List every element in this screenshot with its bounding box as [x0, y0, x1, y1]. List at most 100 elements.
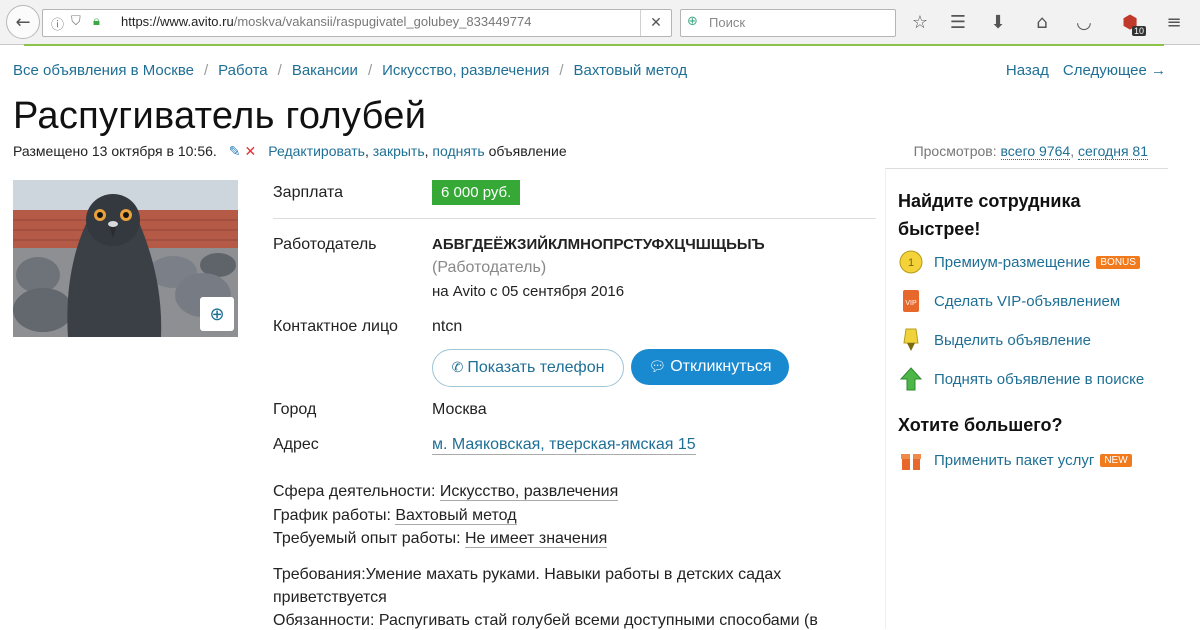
search-engine-icon[interactable]: ⊕	[687, 14, 698, 29]
respond-label: Откликнуться	[670, 358, 772, 375]
duties-text: Обязанности: Распугивать стай голубей вс…	[273, 612, 818, 629]
sidebar-item-label[interactable]: Выделить объявление	[934, 332, 1091, 349]
sphere-value[interactable]: Искусство, развлечения	[439, 483, 619, 501]
sidebar-item-package[interactable]: Применить пакет услуг NEW	[898, 447, 1132, 473]
contact-label: Контактное лицо	[273, 318, 398, 335]
contact-value: ntcn	[432, 318, 463, 335]
sidebar-item-label[interactable]: Применить пакет услуг	[934, 452, 1094, 469]
salary-value: 6 000 руб.	[432, 180, 521, 205]
divider	[273, 218, 876, 219]
breadcrumb-item[interactable]: Вахтовый метод	[574, 62, 688, 79]
arrow-up-icon	[898, 366, 924, 392]
new-badge: NEW	[1100, 453, 1132, 467]
edit-link[interactable]: Редактировать	[268, 143, 365, 159]
posting-meta: Размещено 13 октября в 10:56. ✎ ✕ Редактиро…	[13, 143, 567, 160]
sidebar-item-vip[interactable]: VIP Сделать VIP-объявлением	[898, 288, 1120, 314]
actions-suffix: объявление	[488, 143, 567, 159]
sidebar-more-title: Хотите большего?	[898, 415, 1063, 435]
browser-toolbar: ← ⓘ ⛉ 🔒︎ https://www.avito.ru/moskva/vak…	[0, 0, 1200, 45]
show-phone-button[interactable]: ✆ Показать телефон	[432, 349, 624, 387]
back-arrow-icon[interactable]: ←	[6, 5, 40, 39]
sphere-row: Сфера деятельности: Искусство, развлечен…	[273, 483, 619, 501]
employer-type: (Работодатель)	[432, 259, 547, 276]
breadcrumb-separator: /	[559, 62, 564, 79]
raise-link[interactable]: поднять	[432, 143, 484, 159]
svg-text:VIP: VIP	[905, 300, 917, 307]
shield-icon[interactable]: ⛉	[71, 14, 81, 29]
experience-row: Требуемый опыт работы: Не имеет значения	[273, 530, 608, 548]
address-link[interactable]: м. Маяковская, тверская-ямская 15	[432, 436, 696, 455]
chat-bubble-icon: 💬︎	[648, 359, 667, 375]
search-placeholder: Поиск	[709, 15, 746, 30]
item-navigation: Назад Следующее →	[1006, 62, 1166, 79]
close-link[interactable]: закрыть	[373, 143, 425, 159]
sidebar-item-raise[interactable]: Поднять объявление в поиске	[898, 366, 1144, 392]
schedule-value[interactable]: Вахтовый метод	[395, 507, 517, 525]
employer-since: на Avito с 05 сентября 2016	[432, 283, 625, 300]
schedule-row: График работы: Вахтовый метод	[273, 507, 517, 525]
sidebar-title: Найдите сотрудника быстрее!	[898, 191, 1081, 239]
sidebar-item-label[interactable]: Премиум-размещение	[934, 254, 1090, 271]
pencil-icon[interactable]: ✎	[229, 144, 241, 160]
breadcrumb-separator: /	[203, 62, 209, 79]
download-icon[interactable]: ⬇	[986, 10, 1010, 34]
breadcrumb: Все объявления в Москве / Работа / Вакансии /…	[13, 62, 687, 79]
listing-photo[interactable]: ⊕	[13, 180, 238, 337]
search-input[interactable]: ⊕ Поиск	[680, 9, 896, 37]
phone-icon: ✆	[451, 360, 464, 376]
breadcrumb-item[interactable]: Вакансии	[292, 62, 358, 79]
sidebar-item-label[interactable]: Сделать VIP-объявлением	[934, 293, 1120, 310]
breadcrumb-item[interactable]: Работа	[218, 62, 268, 79]
back-link[interactable]: Назад	[1006, 62, 1049, 79]
show-phone-label: Показать телефон	[467, 359, 605, 376]
reading-list-icon[interactable]: ☰	[946, 10, 970, 34]
address-bar[interactable]: ⓘ ⛉ 🔒︎ https://www.avito.ru/moskva/vakan…	[42, 9, 672, 37]
page-title: Распугиватель голубей	[13, 95, 427, 137]
svg-text:1: 1	[908, 257, 914, 269]
next-link[interactable]: Следующее →	[1063, 62, 1166, 79]
views-today[interactable]: сегодня 81	[1077, 143, 1148, 160]
posted-date: Размещено 13 октября в 10:56.	[13, 143, 217, 159]
info-icon[interactable]: ⓘ	[51, 14, 64, 33]
clear-url-icon[interactable]: ✕	[640, 10, 671, 36]
bonus-badge: BONUS	[1096, 255, 1140, 269]
breadcrumb-item[interactable]: Искусство, развлечения	[382, 62, 549, 79]
promo-sidebar: Найдите сотрудника быстрее! 1 Премиум-раз…	[885, 168, 1168, 629]
employer-label: Работодатель	[273, 236, 377, 253]
page-load-line	[24, 44, 1164, 46]
respond-button[interactable]: 💬︎ Откликнуться	[631, 349, 789, 385]
requirements-text-cont: приветствуется	[273, 589, 387, 606]
city-value: Москва	[432, 401, 487, 418]
gift-box-icon	[898, 447, 924, 473]
views-counter: Просмотров: всего 9764, сегодня 81	[913, 143, 1148, 160]
notification-badge: 10	[1131, 26, 1146, 36]
experience-label: Требуемый опыт работы:	[273, 530, 461, 547]
close-icon[interactable]: ✕	[245, 144, 257, 160]
zoom-icon[interactable]: ⊕	[200, 297, 234, 331]
employer-name: АБВГДЕЁЖЗИЙКЛМНОПРСТУФХЦЧШЩЬЫЪ	[432, 236, 765, 253]
requirements-text: Требования:Умение махать руками. Навыки …	[273, 566, 782, 583]
url-text[interactable]: https://www.avito.ru/moskva/vakansii/ras…	[121, 14, 531, 29]
salary-label: Зарплата	[273, 184, 344, 201]
address-label: Адрес	[273, 436, 319, 453]
menu-icon[interactable]: ≡	[1162, 10, 1186, 34]
city-label: Город	[273, 401, 317, 418]
schedule-label: График работы:	[273, 507, 391, 524]
adblock-icon[interactable]: ⬢ 10	[1118, 10, 1146, 36]
coin-icon: 1	[898, 249, 924, 275]
bookmark-star-icon[interactable]: ☆	[908, 10, 932, 34]
sidebar-item-highlight[interactable]: Выделить объявление	[898, 327, 1091, 353]
highlighter-icon	[898, 327, 924, 353]
sidebar-item-label[interactable]: Поднять объявление в поиске	[934, 371, 1144, 388]
breadcrumb-separator: /	[277, 62, 282, 79]
views-total[interactable]: всего 9764	[1000, 143, 1071, 160]
breadcrumb-item[interactable]: Все объявления в Москве	[13, 62, 194, 79]
breadcrumb-separator: /	[367, 62, 373, 79]
experience-value[interactable]: Не имеет значения	[464, 530, 608, 548]
vip-tag-icon: VIP	[898, 288, 924, 314]
pocket-icon[interactable]: ◡	[1072, 10, 1096, 34]
sidebar-item-premium[interactable]: 1 Премиум-размещение BONUS	[898, 249, 1140, 275]
sphere-label: Сфера деятельности:	[273, 483, 436, 500]
home-icon[interactable]: ⌂	[1030, 10, 1054, 34]
lock-icon: 🔒︎	[93, 14, 100, 29]
